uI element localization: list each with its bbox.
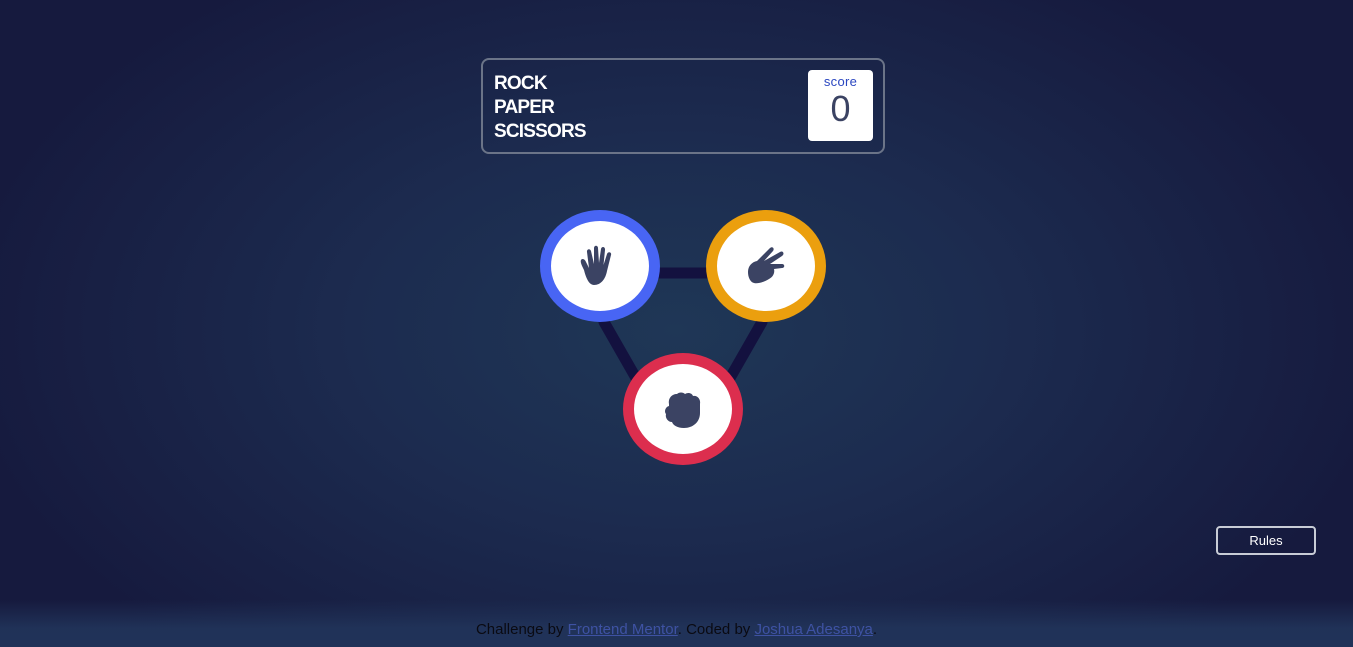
score-value: 0	[830, 88, 851, 129]
choice-rock-button[interactable]	[623, 353, 743, 465]
score-box: score 0	[808, 70, 873, 141]
title-line-paper: PAPER	[494, 97, 555, 118]
game-title: ROCK PAPER SCISSORS	[494, 72, 587, 144]
frontend-mentor-link[interactable]: Frontend Mentor	[568, 621, 678, 638]
attribution-suffix: .	[872, 621, 878, 638]
rules-button[interactable]: Rules	[1216, 526, 1316, 555]
score-label: score	[823, 74, 858, 89]
scoreboard-header: ROCK PAPER SCISSORS score 0	[481, 58, 885, 154]
rock-fist-icon	[665, 392, 701, 428]
connector-scissors-rock	[724, 316, 768, 384]
attribution-footer: Challenge by Frontend Mentor. Coded by J…	[0, 621, 1353, 638]
scissors-hand-icon	[748, 247, 785, 284]
connector-paper-rock	[598, 316, 642, 384]
title-line-rock: ROCK	[494, 73, 548, 94]
attribution-middle: . Coded by	[677, 621, 755, 638]
choice-paper-button[interactable]	[540, 210, 660, 322]
paper-hand-icon	[580, 245, 612, 285]
title-line-scissors: SCISSORS	[494, 121, 587, 142]
attribution-prefix: Challenge by	[475, 621, 568, 638]
choice-scissors-button[interactable]	[706, 210, 826, 322]
author-link[interactable]: Joshua Adesanya	[754, 621, 872, 638]
